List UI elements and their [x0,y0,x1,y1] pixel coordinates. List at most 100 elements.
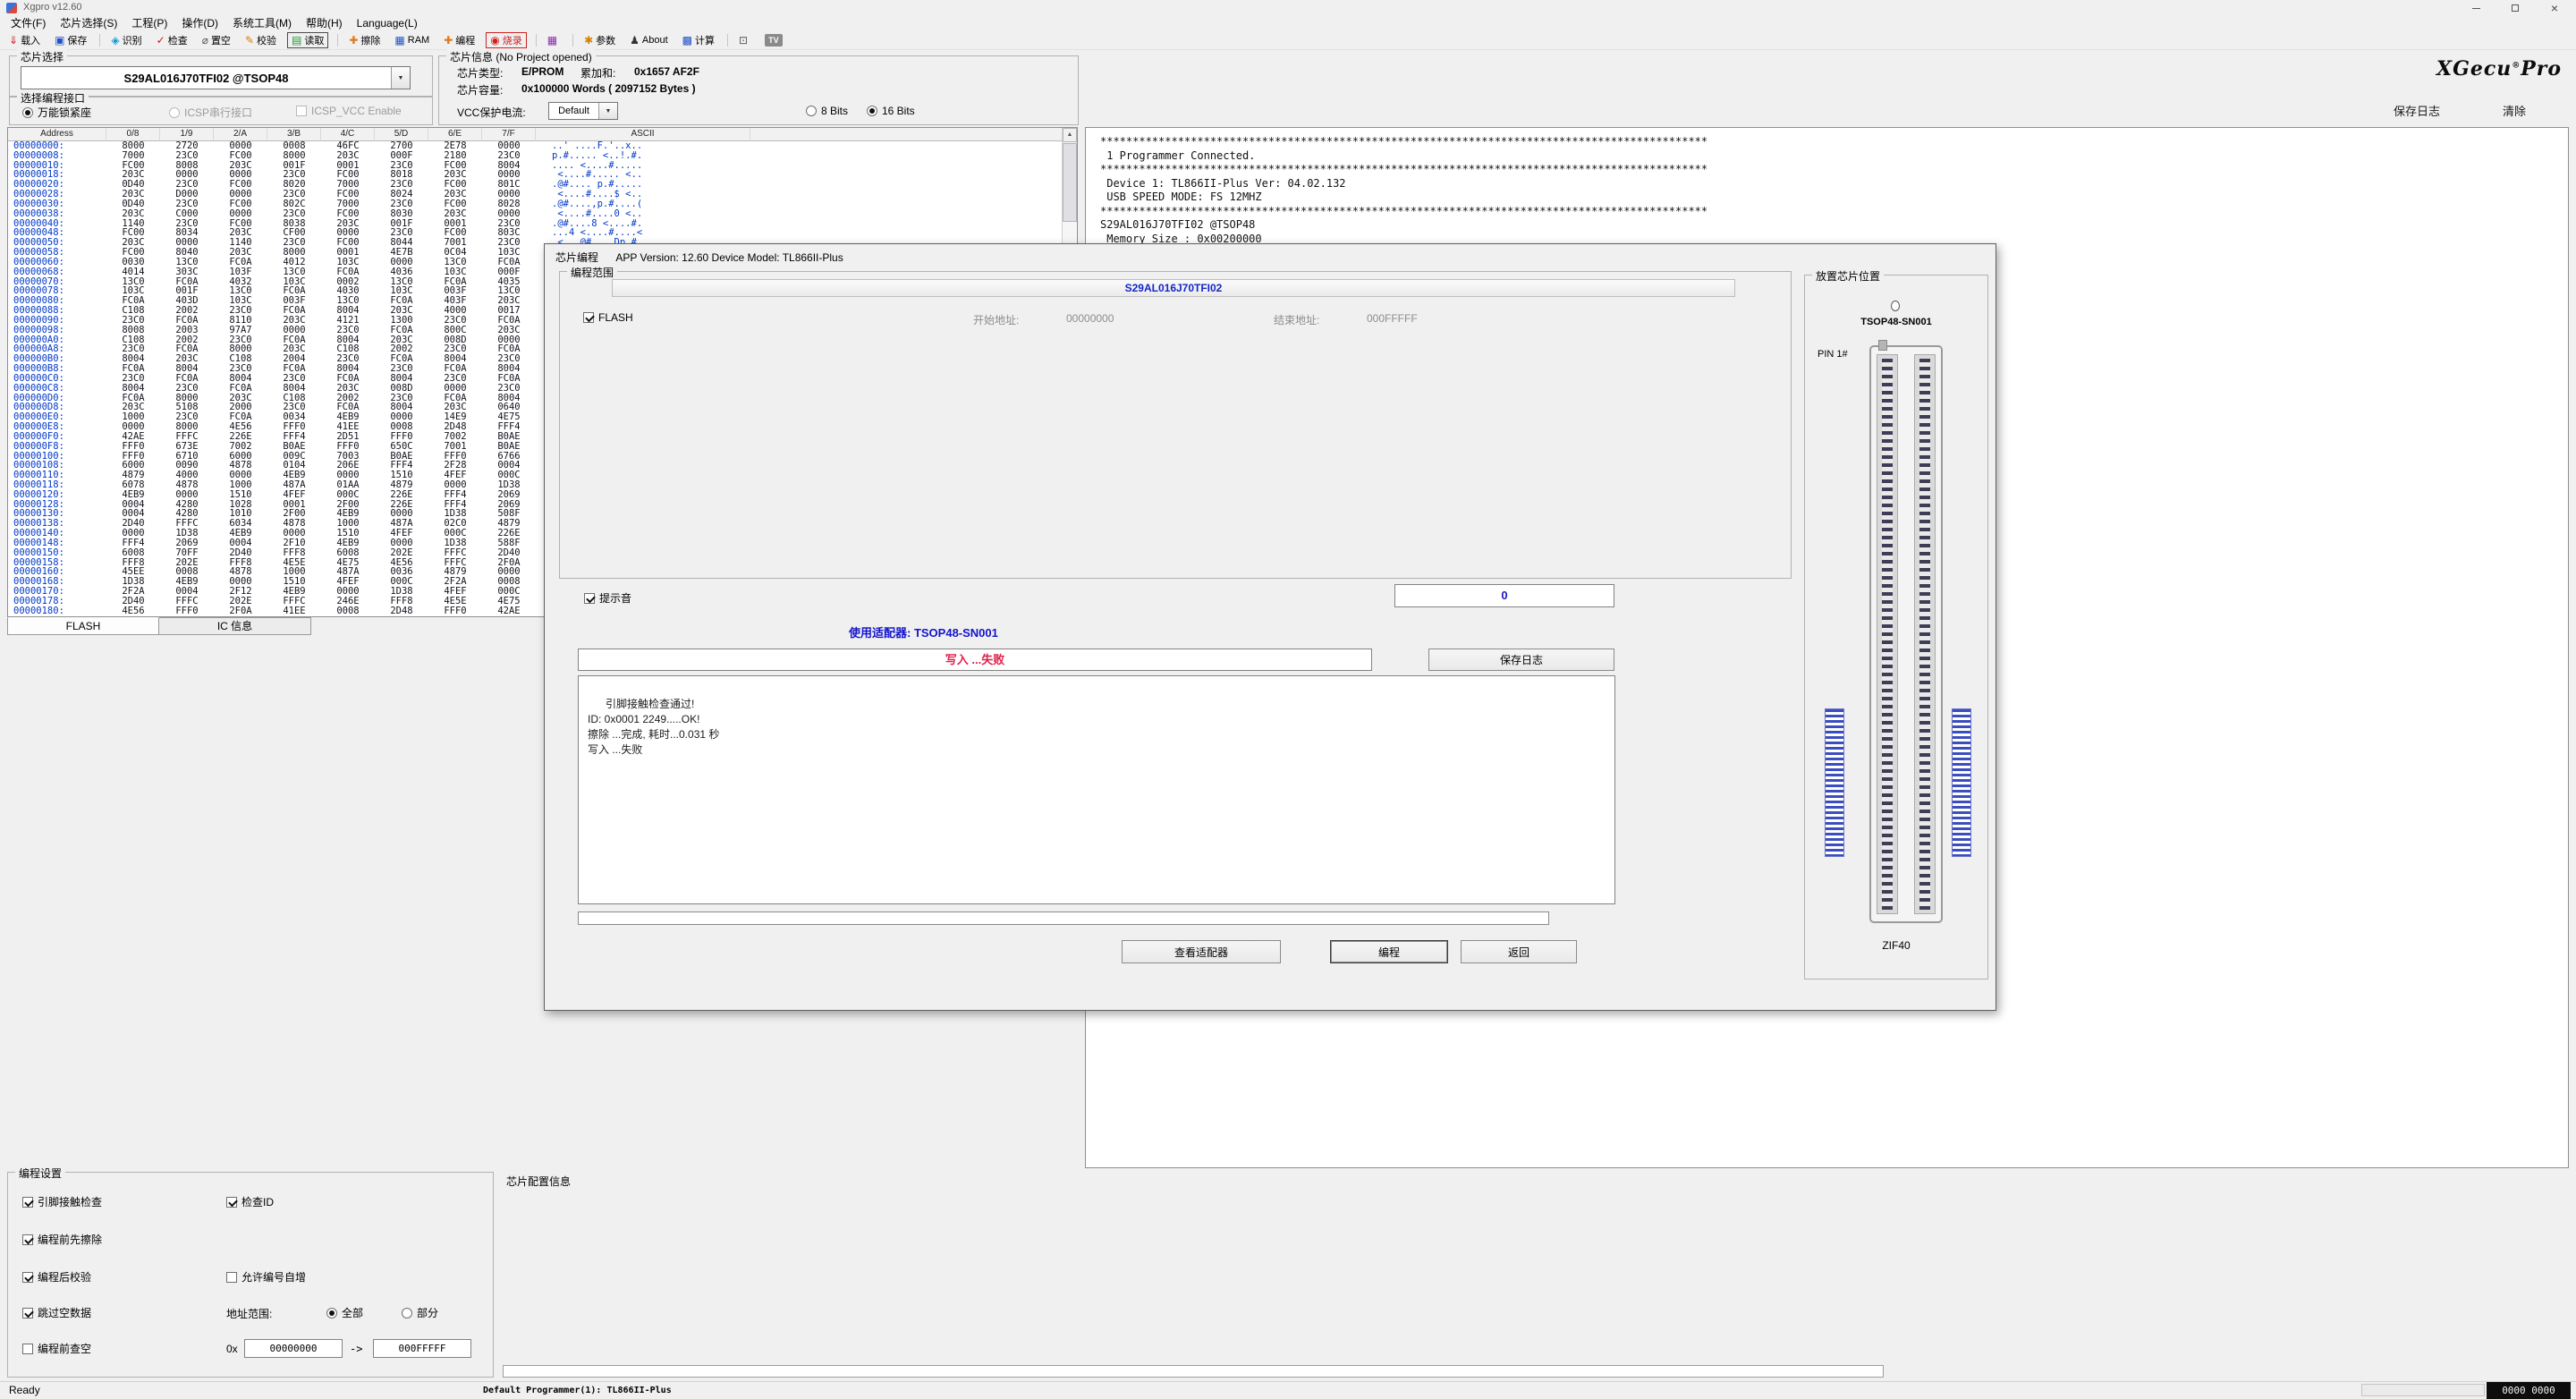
toolbar-calc-button[interactable]: ▩计算 [679,32,718,48]
scrollbar-thumb[interactable] [1063,143,1077,222]
toolbar-separator [572,34,573,47]
toolbar-detect-button[interactable]: ◈识别 [107,32,145,48]
toolbar-separator [337,34,338,47]
toolbar-device-button[interactable]: ⊡ [735,32,754,48]
checkbox-icon [584,593,595,604]
checkbox-flash[interactable]: FLASH [583,311,633,324]
hex-column-header[interactable]: 5/D [375,128,428,141]
hex-column-header[interactable]: 7/F [482,128,536,141]
radio-universal-socket[interactable]: 万能锁紧座 [22,105,91,120]
hex-row[interactable]: 00000030:0D4023C0FC00802C700023C0FC00802… [8,199,1077,209]
close-icon: × [2551,4,2558,13]
toolbar-program-button[interactable]: ✚编程 [440,32,479,48]
checkbox-check-id[interactable]: 检查ID [226,1194,274,1209]
hex-cell: 0000 [214,209,267,219]
hex-column-header[interactable]: 6/E [428,128,482,141]
toolbar-save-button[interactable]: ▣保存 [51,32,90,48]
toolbar-read-button[interactable]: ▤读取 [287,32,328,48]
back-button[interactable]: 返回 [1461,940,1577,963]
hex-tabs: FLASH IC 信息 [7,617,311,635]
toolbar-check-button[interactable]: ✓检查 [153,32,191,48]
range-group-label: 编程范围 [567,265,617,280]
result-log-box[interactable]: 引脚接触检查通过! ID: 0x0001 2249.....OK! 擦除 ...… [578,675,1615,904]
menu-file[interactable]: 文件(F) [4,16,53,31]
status-panel [2361,1384,2485,1396]
close-button[interactable]: × [2535,0,2574,16]
hex-cell: 103F [214,267,267,277]
capacity-value: 0x100000 Words ( 2097152 Bytes ) [521,82,696,95]
status-message: 写入 ...失败 [578,649,1372,671]
chip-select-combobox[interactable]: S29AL016J70TFI02 @TSOP48 ▼ [21,66,411,89]
hex-cell: 23C0 [482,384,536,394]
toolbar-burn-button[interactable]: ◉烧录 [486,32,526,48]
menu-system-tools[interactable]: 系统工具(M) [225,16,299,31]
maximize-button[interactable] [2496,0,2535,16]
hex-row[interactable]: 00000028:203CD000000023C0FC008024203C000… [8,190,1077,199]
tab-flash[interactable]: FLASH [7,617,159,635]
toolbar-params-button[interactable]: ✱参数 [580,32,619,48]
toolbar-tv-button[interactable]: TV [761,32,786,48]
checkbox-skip-blank[interactable]: 跳过空数据 [22,1305,91,1320]
toolbar-load-button[interactable]: ⇓载入 [5,32,44,48]
checkbox-auto-serial[interactable]: 允许编号自增 [226,1269,306,1285]
clear-log-button[interactable]: 清除 [2503,102,2526,119]
toolbar-about-button[interactable]: ♟About [626,32,672,48]
dialog-save-log-button[interactable]: 保存日志 [1428,649,1614,671]
radio-16bits[interactable]: 16 Bits [867,105,915,117]
tab-ic-info[interactable]: IC 信息 [159,617,311,635]
vcc-combobox[interactable]: Default ▼ [548,102,618,120]
hex-column-header[interactable]: ASCII [536,128,750,141]
view-adapter-button[interactable]: 查看适配器 [1122,940,1281,963]
hex-address: 000000C8: [8,384,106,394]
checkbox-blank-before[interactable]: 编程前查空 [22,1341,91,1356]
checkbox-icon [583,312,594,323]
hex-column-header[interactable]: 0/8 [106,128,160,141]
hex-row[interactable]: 00000008:700023C0FC008000203C000F218023C… [8,151,1077,161]
hex-row[interactable]: 00000010:FC008008203C001F000123C0FC00800… [8,161,1077,171]
chip-config-field[interactable] [503,1365,1884,1378]
hex-row[interactable]: 00000020:0D4023C0FC008020700023C0FC00801… [8,180,1077,190]
params-icon: ✱ [584,35,593,46]
toolbar-blank-button[interactable]: ⌀置空 [199,32,234,48]
radio-icsp[interactable]: ICSP串行接口 [169,105,252,120]
chip-select-dropdown-button[interactable]: ▼ [391,67,410,89]
menu-project[interactable]: 工程(P) [124,16,174,31]
radio-range-part[interactable]: 部分 [402,1305,438,1320]
from-address-field[interactable]: 00000000 [244,1339,343,1358]
checkbox-pin-check[interactable]: 引脚接触检查 [22,1194,102,1209]
hex-row[interactable]: 00000018:203C0000000023C0FC008018203C000… [8,170,1077,180]
checkbox-erase-before[interactable]: 编程前先擦除 [22,1232,102,1247]
hex-column-header[interactable]: 1/9 [160,128,214,141]
checkbox-verify-after[interactable]: 编程后校验 [22,1269,91,1285]
hex-row[interactable]: 00000000:800027200000000846FC27002E78000… [8,141,1077,151]
hex-row[interactable]: 00000040:114023C0FC008038203C001F000123C… [8,219,1077,229]
to-address-field[interactable]: 000FFFFF [373,1339,471,1358]
hex-cell: 000F [482,267,536,277]
hex-column-header[interactable]: Address [8,128,106,141]
vcc-dropdown-button[interactable]: ▼ [598,103,617,119]
toolbar-ram-button[interactable]: ▦RAM [391,32,433,48]
radio-8bits[interactable]: 8 Bits [806,105,848,117]
save-log-button[interactable]: 保存日志 [2394,102,2440,119]
toolbar-verify-button[interactable]: ✎校验 [242,32,280,48]
radio-range-all[interactable]: 全部 [326,1305,363,1320]
menu-language[interactable]: Language(L) [350,16,425,31]
hex-column-header[interactable]: 3/B [267,128,321,141]
load-icon: ⇓ [9,35,18,46]
menu-chip-select[interactable]: 芯片选择(S) [53,16,124,31]
program-button[interactable]: 编程 [1330,940,1448,963]
hex-column-header[interactable]: 4/C [321,128,375,141]
settings-group-label: 编程设置 [15,1166,65,1181]
calc-icon: ▩ [682,35,692,46]
checkbox-icsp-vcc[interactable]: ICSP_VCC Enable [296,105,402,117]
menu-operation[interactable]: 操作(D) [174,16,225,31]
minimize-button[interactable] [2456,0,2496,16]
menu-help[interactable]: 帮助(H) [299,16,350,31]
toolbar-erase-button[interactable]: ✚擦除 [345,32,384,48]
toolbar-grid-button[interactable]: ▦ [544,32,564,48]
hex-row[interactable]: 00000048:FC008034203CCF00000023C0FC00803… [8,228,1077,238]
checkbox-beep[interactable]: 提示音 [584,590,631,606]
hex-row[interactable]: 00000038:203CC000000023C0FC008030203C000… [8,209,1077,219]
hex-column-header[interactable]: 2/A [214,128,267,141]
scroll-up-icon[interactable]: ▲ [1063,128,1077,142]
